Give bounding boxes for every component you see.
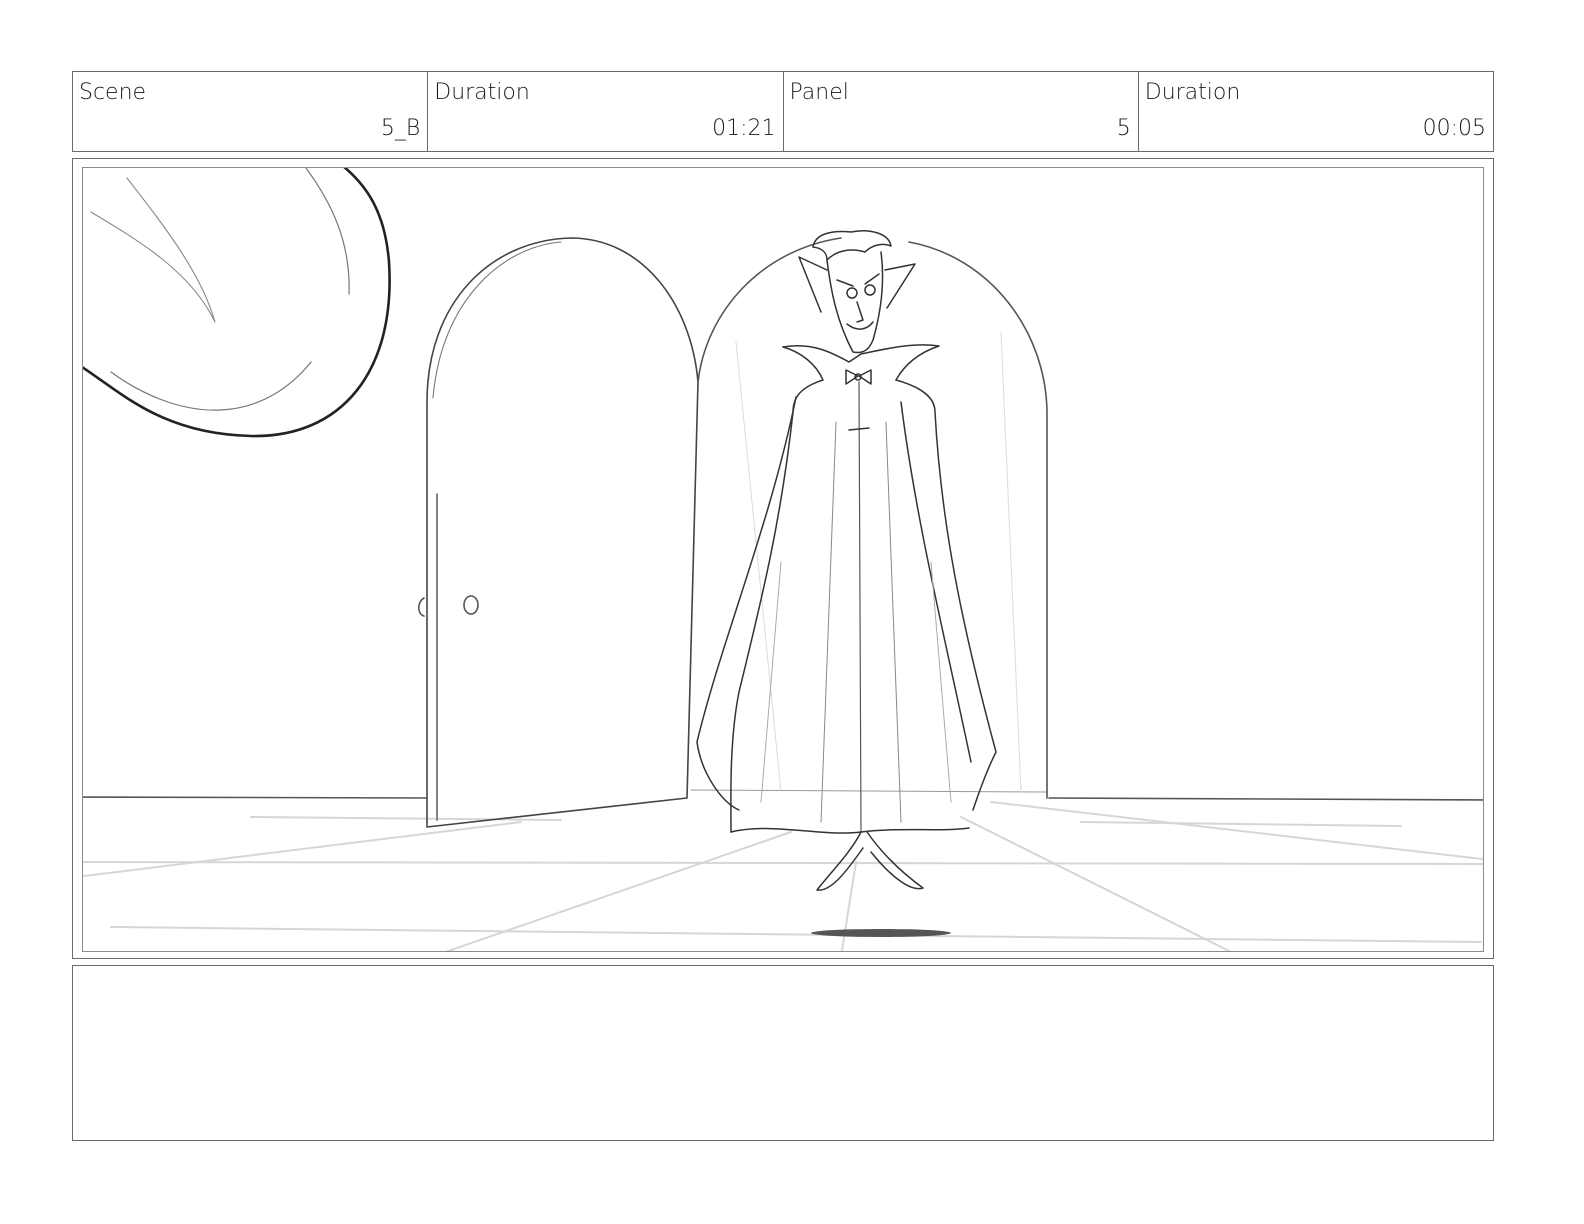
scene-value: 5_B [380, 116, 421, 141]
moon-icon [83, 168, 391, 438]
storyboard-sketch [83, 168, 1483, 951]
scene-duration-label: Duration [434, 80, 530, 105]
panel-label: Panel [789, 80, 849, 105]
panel-cell: Panel 5 [784, 72, 1139, 151]
panel-value: 5 [1116, 116, 1131, 141]
panel-duration-value: 00:05 [1422, 116, 1486, 141]
shadow-icon [811, 929, 951, 937]
door-icon [417, 237, 699, 828]
scene-label: Scene [79, 80, 147, 105]
storyboard-safe-area [82, 167, 1484, 952]
notes-area[interactable] [72, 965, 1494, 1141]
panel-info-header: Scene 5_B Duration 01:21 Panel 5 Duratio… [72, 71, 1494, 152]
panel-duration-label: Duration [1144, 80, 1241, 105]
scene-duration-cell: Duration 01:21 [428, 72, 784, 151]
panel-duration-cell: Duration 00:05 [1139, 72, 1493, 151]
storyboard-frame [72, 158, 1494, 959]
floor-line-icon [83, 789, 1483, 801]
perspective-guides-icon [83, 801, 1483, 951]
scene-duration-value: 01:21 [712, 116, 776, 141]
scene-cell: Scene 5_B [73, 72, 429, 151]
